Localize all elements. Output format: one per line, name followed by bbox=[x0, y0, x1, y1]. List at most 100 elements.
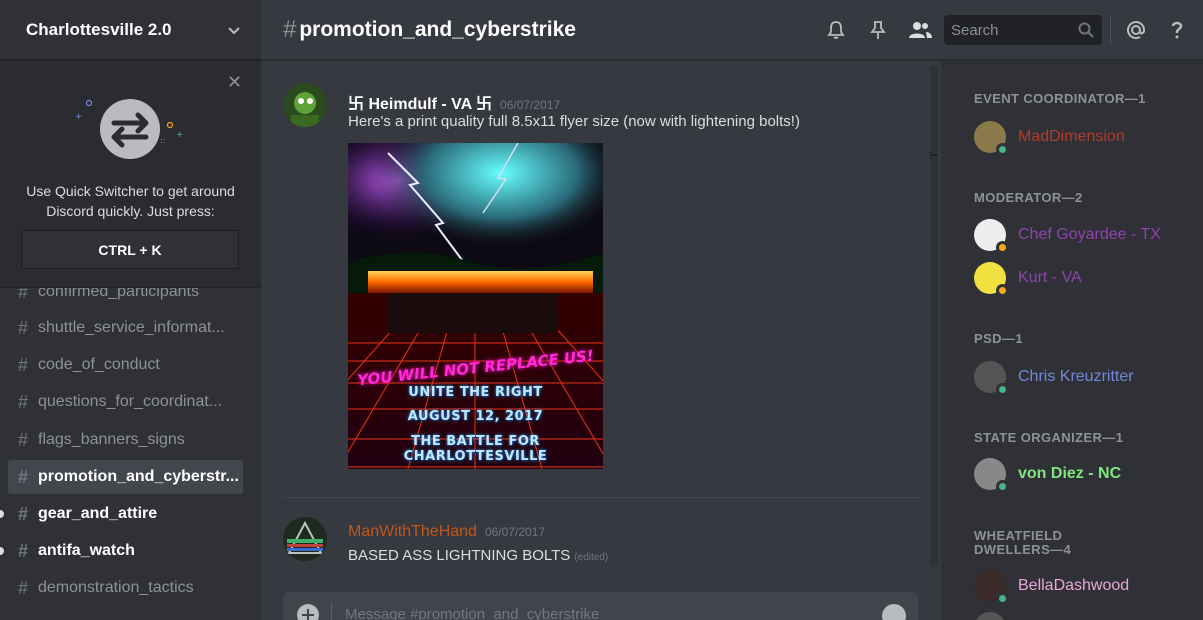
avatar bbox=[974, 458, 1009, 493]
flyer-image-attachment[interactable]: YOU WILL NOT REPLACE US! UNITE THE RIGHT… bbox=[348, 143, 603, 469]
avatar bbox=[974, 612, 1006, 620]
avatar[interactable] bbox=[283, 83, 327, 127]
member-item[interactable]: BellaDashwood bbox=[974, 568, 1130, 605]
member-item[interactable] bbox=[974, 610, 1006, 620]
message-author[interactable]: 卐 Heimdulf - VA 卐 bbox=[348, 90, 492, 114]
role-header: EVENT COORDINATOR—1 bbox=[974, 91, 1146, 106]
channel-label: gear_and_attire bbox=[38, 505, 158, 522]
channel-questions-for-coordinators[interactable]: # questions_for_coordinat... bbox=[8, 385, 243, 419]
hash-icon: # bbox=[18, 391, 29, 412]
member-name: von Diez - NC bbox=[1018, 465, 1122, 482]
server-name: Charlottesville 2.0 bbox=[26, 19, 172, 39]
channel-label: code_of_conduct bbox=[38, 356, 160, 373]
avatar bbox=[974, 219, 1009, 254]
flyer-date: AUGUST 12, 2017 bbox=[407, 409, 544, 424]
member-item[interactable]: Chef Goyardee - TX bbox=[974, 217, 1161, 254]
member-item[interactable]: Chris Kreuzritter bbox=[974, 359, 1134, 396]
member-name: Chef Goyardee - TX bbox=[1018, 226, 1161, 243]
hash-icon: # bbox=[18, 354, 29, 375]
channel-title: # promotion_and_cyberstrike bbox=[283, 16, 576, 44]
channel-antifa-watch[interactable]: # antifa_watch bbox=[0, 534, 243, 568]
avatar[interactable] bbox=[283, 517, 327, 561]
hash-icon: # bbox=[283, 15, 297, 43]
quick-switcher-text: Use Quick Switcher to get around Discord… bbox=[0, 181, 261, 221]
channel-label: shuttle_service_informat... bbox=[38, 319, 225, 336]
hash-icon: # bbox=[18, 577, 29, 598]
channel-code-of-conduct[interactable]: # code_of_conduct bbox=[8, 348, 243, 382]
channel-label: flags_banners_signs bbox=[38, 431, 185, 448]
quick-switcher-arrows-icon: + + :: bbox=[75, 99, 184, 159]
channel-label: antifa_watch bbox=[38, 542, 135, 559]
status-idle-icon bbox=[996, 284, 1009, 297]
message-text: BASED ASS LIGHTNING BOLTS (edited) bbox=[348, 547, 608, 564]
header-divider bbox=[1110, 16, 1111, 44]
bell-icon[interactable] bbox=[825, 19, 847, 41]
edited-label: (edited) bbox=[574, 552, 609, 563]
help-icon[interactable] bbox=[1166, 19, 1188, 41]
search-box[interactable]: Search bbox=[944, 15, 1102, 45]
message-input[interactable] bbox=[345, 602, 865, 620]
channel-sidebar: Charlottesville 2.0 # confirmed_participa… bbox=[0, 0, 261, 620]
server-header[interactable]: Charlottesville 2.0 bbox=[0, 0, 261, 60]
unread-indicator bbox=[0, 510, 4, 518]
search-placeholder: Search bbox=[951, 21, 999, 39]
role-header: PSD—1 bbox=[974, 331, 1023, 346]
shortcut-key-button[interactable]: CTRL + K bbox=[21, 230, 239, 269]
channel-demonstration-tactics[interactable]: # demonstration_tactics bbox=[8, 571, 243, 605]
status-online-icon bbox=[996, 383, 1009, 396]
member-item[interactable]: von Diez - NC bbox=[974, 456, 1122, 493]
role-header: STATE ORGANIZER—1 bbox=[974, 430, 1124, 445]
hash-icon: # bbox=[18, 429, 29, 450]
scrollbar-thumb[interactable] bbox=[930, 154, 938, 156]
avatar bbox=[974, 121, 1009, 156]
composer-divider bbox=[331, 602, 332, 620]
avatar bbox=[974, 570, 1009, 605]
svg-text:::: :: bbox=[160, 136, 165, 145]
channel-promotion-and-cyberstrike[interactable]: # promotion_and_cyberstr... bbox=[8, 460, 243, 494]
avatar bbox=[974, 262, 1009, 297]
unread-indicator bbox=[0, 547, 4, 555]
hash-icon: # bbox=[18, 503, 29, 524]
status-idle-icon bbox=[996, 241, 1009, 254]
message-header: 卐 Heimdulf - VA 卐 06/07/2017 bbox=[348, 90, 560, 114]
status-online-icon bbox=[996, 480, 1009, 493]
svg-text:+: + bbox=[75, 112, 83, 122]
message-composer bbox=[283, 592, 918, 620]
flyer-title: UNITE THE RIGHT bbox=[408, 385, 543, 400]
quick-switcher-tip: ✕ + + :: Use Quick Switcher to get aroun… bbox=[0, 61, 261, 288]
member-name: MadDimension bbox=[1018, 128, 1125, 145]
member-item[interactable]: MadDimension bbox=[974, 119, 1125, 156]
channel-gear-and-attire[interactable]: # gear_and_attire bbox=[0, 497, 243, 531]
mention-icon[interactable] bbox=[1125, 19, 1147, 41]
quick-switcher-line1: Use Quick Switcher to get around bbox=[26, 183, 235, 199]
member-name: BellaDashwood bbox=[1018, 577, 1130, 594]
channel-shuttle-service[interactable]: # shuttle_service_informat... bbox=[8, 311, 243, 345]
chevron-down-icon[interactable] bbox=[227, 23, 241, 37]
channel-header: # promotion_and_cyberstrike Search bbox=[261, 0, 1203, 60]
flyer-subtitle: THE BATTLE FOR CHARLOTTESVILLE bbox=[403, 434, 548, 464]
close-icon[interactable]: ✕ bbox=[227, 73, 242, 91]
channel-name: promotion_and_cyberstrike bbox=[299, 17, 576, 41]
message-list: 卐 Heimdulf - VA 卐 06/07/2017 Here's a pr… bbox=[261, 61, 941, 591]
search-icon bbox=[1078, 22, 1094, 38]
svg-text:+: + bbox=[176, 130, 184, 140]
message-text: Here's a print quality full 8.5x11 flyer… bbox=[348, 113, 800, 130]
message-author[interactable]: ManWithTheHand bbox=[348, 523, 477, 541]
hash-icon: # bbox=[18, 540, 29, 561]
emoji-icon[interactable] bbox=[882, 604, 906, 620]
member-name: Chris Kreuzritter bbox=[1018, 368, 1134, 385]
member-name: Kurt - VA bbox=[1018, 269, 1082, 286]
hash-icon: # bbox=[18, 317, 29, 338]
role-header: MODERATOR—2 bbox=[974, 190, 1083, 205]
scrollbar-track[interactable] bbox=[930, 66, 938, 566]
pin-icon[interactable] bbox=[867, 19, 889, 41]
member-item[interactable]: Kurt - VA bbox=[974, 260, 1082, 297]
members-icon[interactable] bbox=[907, 19, 933, 41]
channel-flags-banners-signs[interactable]: # flags_banners_signs bbox=[8, 423, 243, 457]
avatar bbox=[974, 361, 1009, 396]
message-header: ManWithTheHand 06/07/2017 bbox=[348, 523, 545, 541]
member-list: EVENT COORDINATOR—1 MadDimension MODERAT… bbox=[941, 61, 1203, 620]
upload-plus-icon[interactable] bbox=[297, 604, 319, 620]
quick-switcher-line2: Discord quickly. Just press: bbox=[46, 203, 215, 219]
message-timestamp: 06/07/2017 bbox=[500, 98, 561, 112]
